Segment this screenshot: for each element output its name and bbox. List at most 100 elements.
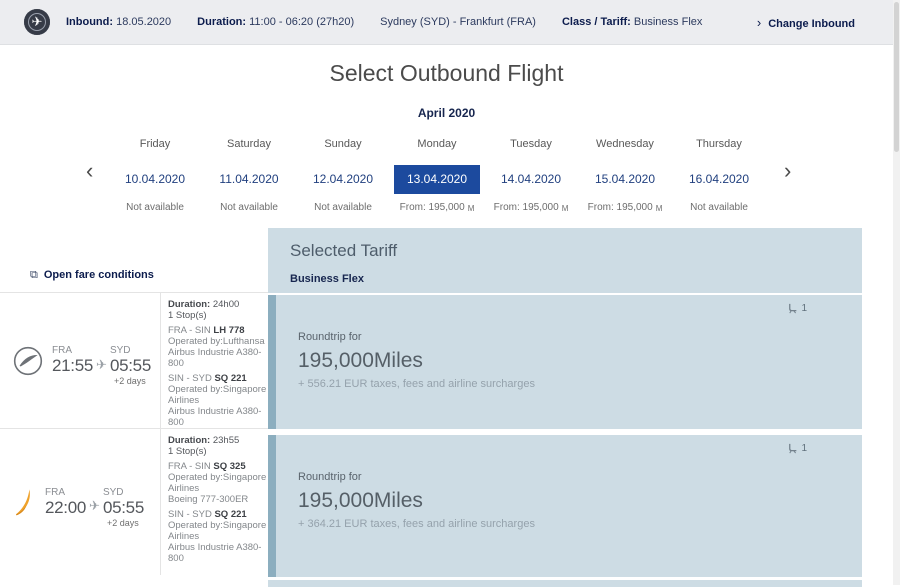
calendar-day: Monday 13.04.2020 From: 195,000M — [390, 138, 484, 213]
calendar-day: Wednesday 15.04.2020 From: 195,000M — [578, 138, 672, 213]
scrollbar-thumb[interactable] — [894, 2, 899, 152]
price-box[interactable]: Roundtrip for 195,000Miles + 556.21 EUR … — [298, 331, 862, 390]
flight-segment: SIN - SYD SQ 221 Operated by:Singapore A… — [168, 373, 268, 428]
date-button: 10.04.2020 — [112, 165, 198, 194]
calendar-day: Friday 10.04.2020 Not availableM — [108, 138, 202, 213]
flight-segment: SIN - SYD SQ 221 Operated by:Singapore A… — [168, 509, 268, 564]
weekday-label: Tuesday — [484, 138, 578, 154]
flight-duration: Duration: 24h00 — [168, 299, 268, 310]
arrival-code: SYD — [110, 345, 151, 356]
arrival-time: 05:55 — [103, 498, 144, 518]
external-window-icon: ⧉ — [30, 269, 38, 281]
airline-alliance-logo-icon: ✈ — [24, 9, 50, 35]
inbound-date: Inbound: 18.05.2020 — [66, 16, 171, 28]
price-prefix: Roundtrip for — [298, 471, 862, 483]
flight-segment: FRA - SIN LH 778 Operated by:Lufthansa A… — [168, 325, 268, 369]
date-availability: Not availableM — [296, 202, 390, 213]
date-button: 16.04.2020 — [676, 165, 762, 194]
date-availability: From: 195,000M — [578, 202, 672, 213]
seat-icon — [787, 443, 798, 454]
date-availability: Not availableM — [672, 202, 766, 213]
calendar-day: Saturday 11.04.2020 Not availableM — [202, 138, 296, 213]
scrollbar[interactable] — [893, 0, 900, 585]
next-row-panel-edge — [268, 580, 862, 587]
plane-icon: ✈ — [96, 357, 107, 373]
price-taxes: + 556.21 EUR taxes, fees and airline sur… — [298, 378, 862, 390]
date-carousel: ‹ Friday 10.04.2020 Not availableM Satur… — [0, 138, 893, 216]
arrival-days-note: +2 days — [107, 518, 139, 528]
flight-details: Duration: 24h00 1 Stop(s) FRA - SIN LH 7… — [160, 293, 268, 428]
flight-segment: FRA - SIN SQ 325 Operated by:Singapore A… — [168, 461, 268, 505]
price-prefix: Roundtrip for — [298, 331, 862, 343]
date-button[interactable]: 14.04.2020 — [488, 165, 574, 194]
page-title: Select Outbound Flight — [0, 60, 893, 87]
inbound-summary-bar: ✈ Inbound: 18.05.2020 Duration: 11:00 - … — [0, 0, 893, 45]
plane-icon: ✈ — [89, 498, 100, 514]
miles-and-more-icon: M — [656, 204, 663, 213]
date-availability: From: 195,000M — [390, 202, 484, 213]
selected-tariff-title: Selected Tariff — [290, 241, 862, 261]
open-fare-conditions-link[interactable]: ⧉Open fare conditions — [30, 269, 154, 282]
price-miles: 195,000Miles — [298, 489, 862, 513]
inbound-route: Sydney (SYD) - Frankfurt (FRA) — [380, 16, 536, 28]
date-availability: From: 195,000M — [484, 202, 578, 213]
change-inbound-button[interactable]: ›Change Inbound — [757, 15, 855, 30]
arrival-code: SYD — [103, 487, 144, 498]
calendar-day: Sunday 12.04.2020 Not availableM — [296, 138, 390, 213]
fare-conditions-block: ⧉Open fare conditions — [0, 228, 268, 293]
calendar-day: Tuesday 14.04.2020 From: 195,000M — [484, 138, 578, 213]
weekday-label: Thursday — [672, 138, 766, 154]
price-miles: 195,000Miles — [298, 349, 862, 373]
tariff-accent-bar — [268, 295, 276, 429]
weekday-label: Sunday — [296, 138, 390, 154]
miles-and-more-icon: M — [562, 204, 569, 213]
date-button[interactable]: 13.04.2020 — [394, 165, 480, 194]
weekday-label: Saturday — [202, 138, 296, 154]
seat-icon — [787, 303, 798, 314]
date-button: 11.04.2020 — [206, 165, 292, 194]
arrival-days-note: +2 days — [114, 376, 146, 386]
carousel-prev-button[interactable]: ‹ — [86, 160, 93, 182]
seats-available-badge: 1 — [787, 303, 807, 314]
tariff-column: Selected Tariff Business Flex 1 Roundtri… — [268, 228, 862, 587]
date-button: 12.04.2020 — [300, 165, 386, 194]
carousel-next-button[interactable]: › — [784, 160, 791, 182]
seats-available-badge: 1 — [787, 443, 807, 454]
date-availability: Not availableM — [108, 202, 202, 213]
singapore-airlines-logo-icon — [13, 487, 36, 517]
miles-and-more-icon: M — [468, 204, 475, 213]
arrival-time: 05:55 — [110, 356, 151, 376]
flight-summary[interactable]: FRA 22:00 ✈ SYD 05:55 +2 days — [0, 429, 160, 575]
flights-column: ⧉Open fare conditions FRA 21:55 ✈ SYD 05… — [0, 228, 268, 587]
lufthansa-logo-icon — [13, 346, 43, 376]
flight-row: FRA 22:00 ✈ SYD 05:55 +2 days Duration: … — [0, 429, 268, 575]
departure-time: 21:55 — [52, 356, 93, 376]
flight-offer-panel[interactable]: 1 Roundtrip for 195,000Miles + 556.21 EU… — [268, 295, 862, 429]
weekday-label: Monday — [390, 138, 484, 154]
results-area: ⧉Open fare conditions FRA 21:55 ✈ SYD 05… — [0, 228, 862, 587]
flight-stops: 1 Stop(s) — [168, 446, 268, 457]
selected-tariff-name: Business Flex — [290, 273, 862, 285]
flight-details: Duration: 23h55 1 Stop(s) FRA - SIN SQ 3… — [160, 429, 268, 575]
calendar-month-label: April 2020 — [0, 106, 893, 120]
inbound-class-tariff: Class / Tariff: Business Flex — [562, 16, 702, 28]
calendar-days: Friday 10.04.2020 Not availableM Saturda… — [108, 138, 766, 213]
departure-code: FRA — [45, 487, 86, 498]
calendar-day: Thursday 16.04.2020 Not availableM — [672, 138, 766, 213]
flight-stops: 1 Stop(s) — [168, 310, 268, 321]
flight-summary[interactable]: FRA 21:55 ✈ SYD 05:55 +2 days — [0, 293, 160, 428]
flight-duration: Duration: 23h55 — [168, 435, 268, 446]
price-taxes: + 364.21 EUR taxes, fees and airline sur… — [298, 518, 862, 530]
flight-row: FRA 21:55 ✈ SYD 05:55 +2 days Duration: … — [0, 293, 268, 429]
flight-offer-panel[interactable]: 1 Roundtrip for 195,000Miles + 364.21 EU… — [268, 435, 862, 577]
selected-tariff-header: Selected Tariff Business Flex — [268, 228, 862, 293]
weekday-label: Friday — [108, 138, 202, 154]
departure-time: 22:00 — [45, 498, 86, 518]
departure-code: FRA — [52, 345, 93, 356]
date-button[interactable]: 15.04.2020 — [582, 165, 668, 194]
date-availability: Not availableM — [202, 202, 296, 213]
inbound-duration: Duration: 11:00 - 06:20 (27h20) — [197, 16, 354, 28]
chevron-right-icon: › — [757, 15, 761, 30]
weekday-label: Wednesday — [578, 138, 672, 154]
price-box[interactable]: Roundtrip for 195,000Miles + 364.21 EUR … — [298, 471, 862, 530]
